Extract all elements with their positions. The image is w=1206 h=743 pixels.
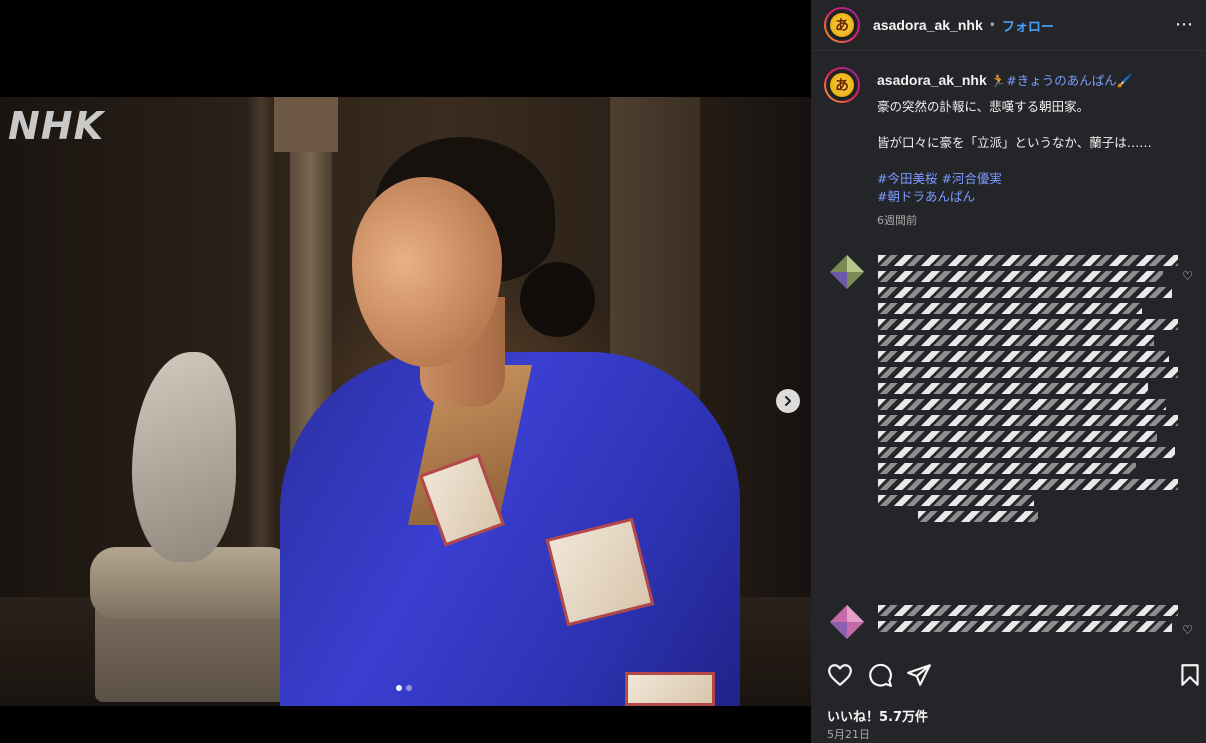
username-link[interactable]: asadora_ak_nhk <box>873 17 983 33</box>
hashtag-line[interactable]: #今田美桜 #河合優実 <box>877 170 1197 188</box>
post-media: NHK <box>0 0 811 743</box>
carousel-indicator <box>396 685 412 691</box>
caption-avatar[interactable]: あ <box>824 67 860 103</box>
carousel-dot <box>406 685 412 691</box>
heart-icon[interactable] <box>827 662 853 688</box>
post-date[interactable]: 5月21日 <box>827 726 870 742</box>
caption-line: 皆が口々に豪を「立派」というなか、蘭子は…… <box>877 135 1152 150</box>
caption-body: asadora_ak_nhk 🏃#きょうのあんぱん🖌️ 豪の突然の訃報に、悲嘆す… <box>877 71 1197 230</box>
brush-emoji: 🖌️ <box>1116 73 1133 88</box>
post-photo <box>0 97 811 706</box>
hashtag-line[interactable]: #朝ドラあんぱん <box>877 188 1197 206</box>
caption-line: 豪の突然の訃報に、悲嘆する朝田家。 <box>877 99 1090 114</box>
avatar-glyph: あ <box>830 73 854 97</box>
post-side-panel: あ asadora_ak_nhk • フォロー ⋯ あ asadora_ak_n… <box>811 0 1206 743</box>
like-count[interactable]: いいね！5.7万件 <box>827 706 928 725</box>
hashtag-link[interactable]: #きょうのあんぱん <box>1006 73 1116 88</box>
carousel-dot-active <box>396 685 402 691</box>
nhk-watermark: NHK <box>8 104 105 148</box>
caption-username[interactable]: asadora_ak_nhk <box>877 72 987 88</box>
separator-dot: • <box>988 18 996 32</box>
chevron-right-icon <box>785 396 791 406</box>
pixelated-avatar <box>830 605 864 639</box>
pixelated-avatar <box>830 255 864 289</box>
more-options-icon[interactable]: ⋯ <box>1175 14 1194 35</box>
comment-like-icon[interactable]: ♡ <box>1182 269 1193 283</box>
carousel-next-button[interactable] <box>776 389 800 413</box>
caption-timestamp[interactable]: 6週間前 <box>877 212 1197 230</box>
bookmark-icon[interactable] <box>1177 662 1203 688</box>
avatar-glyph: あ <box>830 13 854 37</box>
comment-icon[interactable] <box>867 662 893 688</box>
paper-plane-icon[interactable] <box>906 662 932 688</box>
stone-rooster-statue <box>132 352 236 562</box>
follow-button[interactable]: フォロー <box>1002 16 1054 35</box>
comment-like-icon[interactable]: ♡ <box>1182 623 1193 637</box>
avatar[interactable]: あ <box>824 7 860 43</box>
post-header: あ asadora_ak_nhk • フォロー ⋯ <box>811 0 1206 51</box>
post-actions <box>811 662 1206 692</box>
runner-emoji: 🏃 <box>990 73 1007 88</box>
